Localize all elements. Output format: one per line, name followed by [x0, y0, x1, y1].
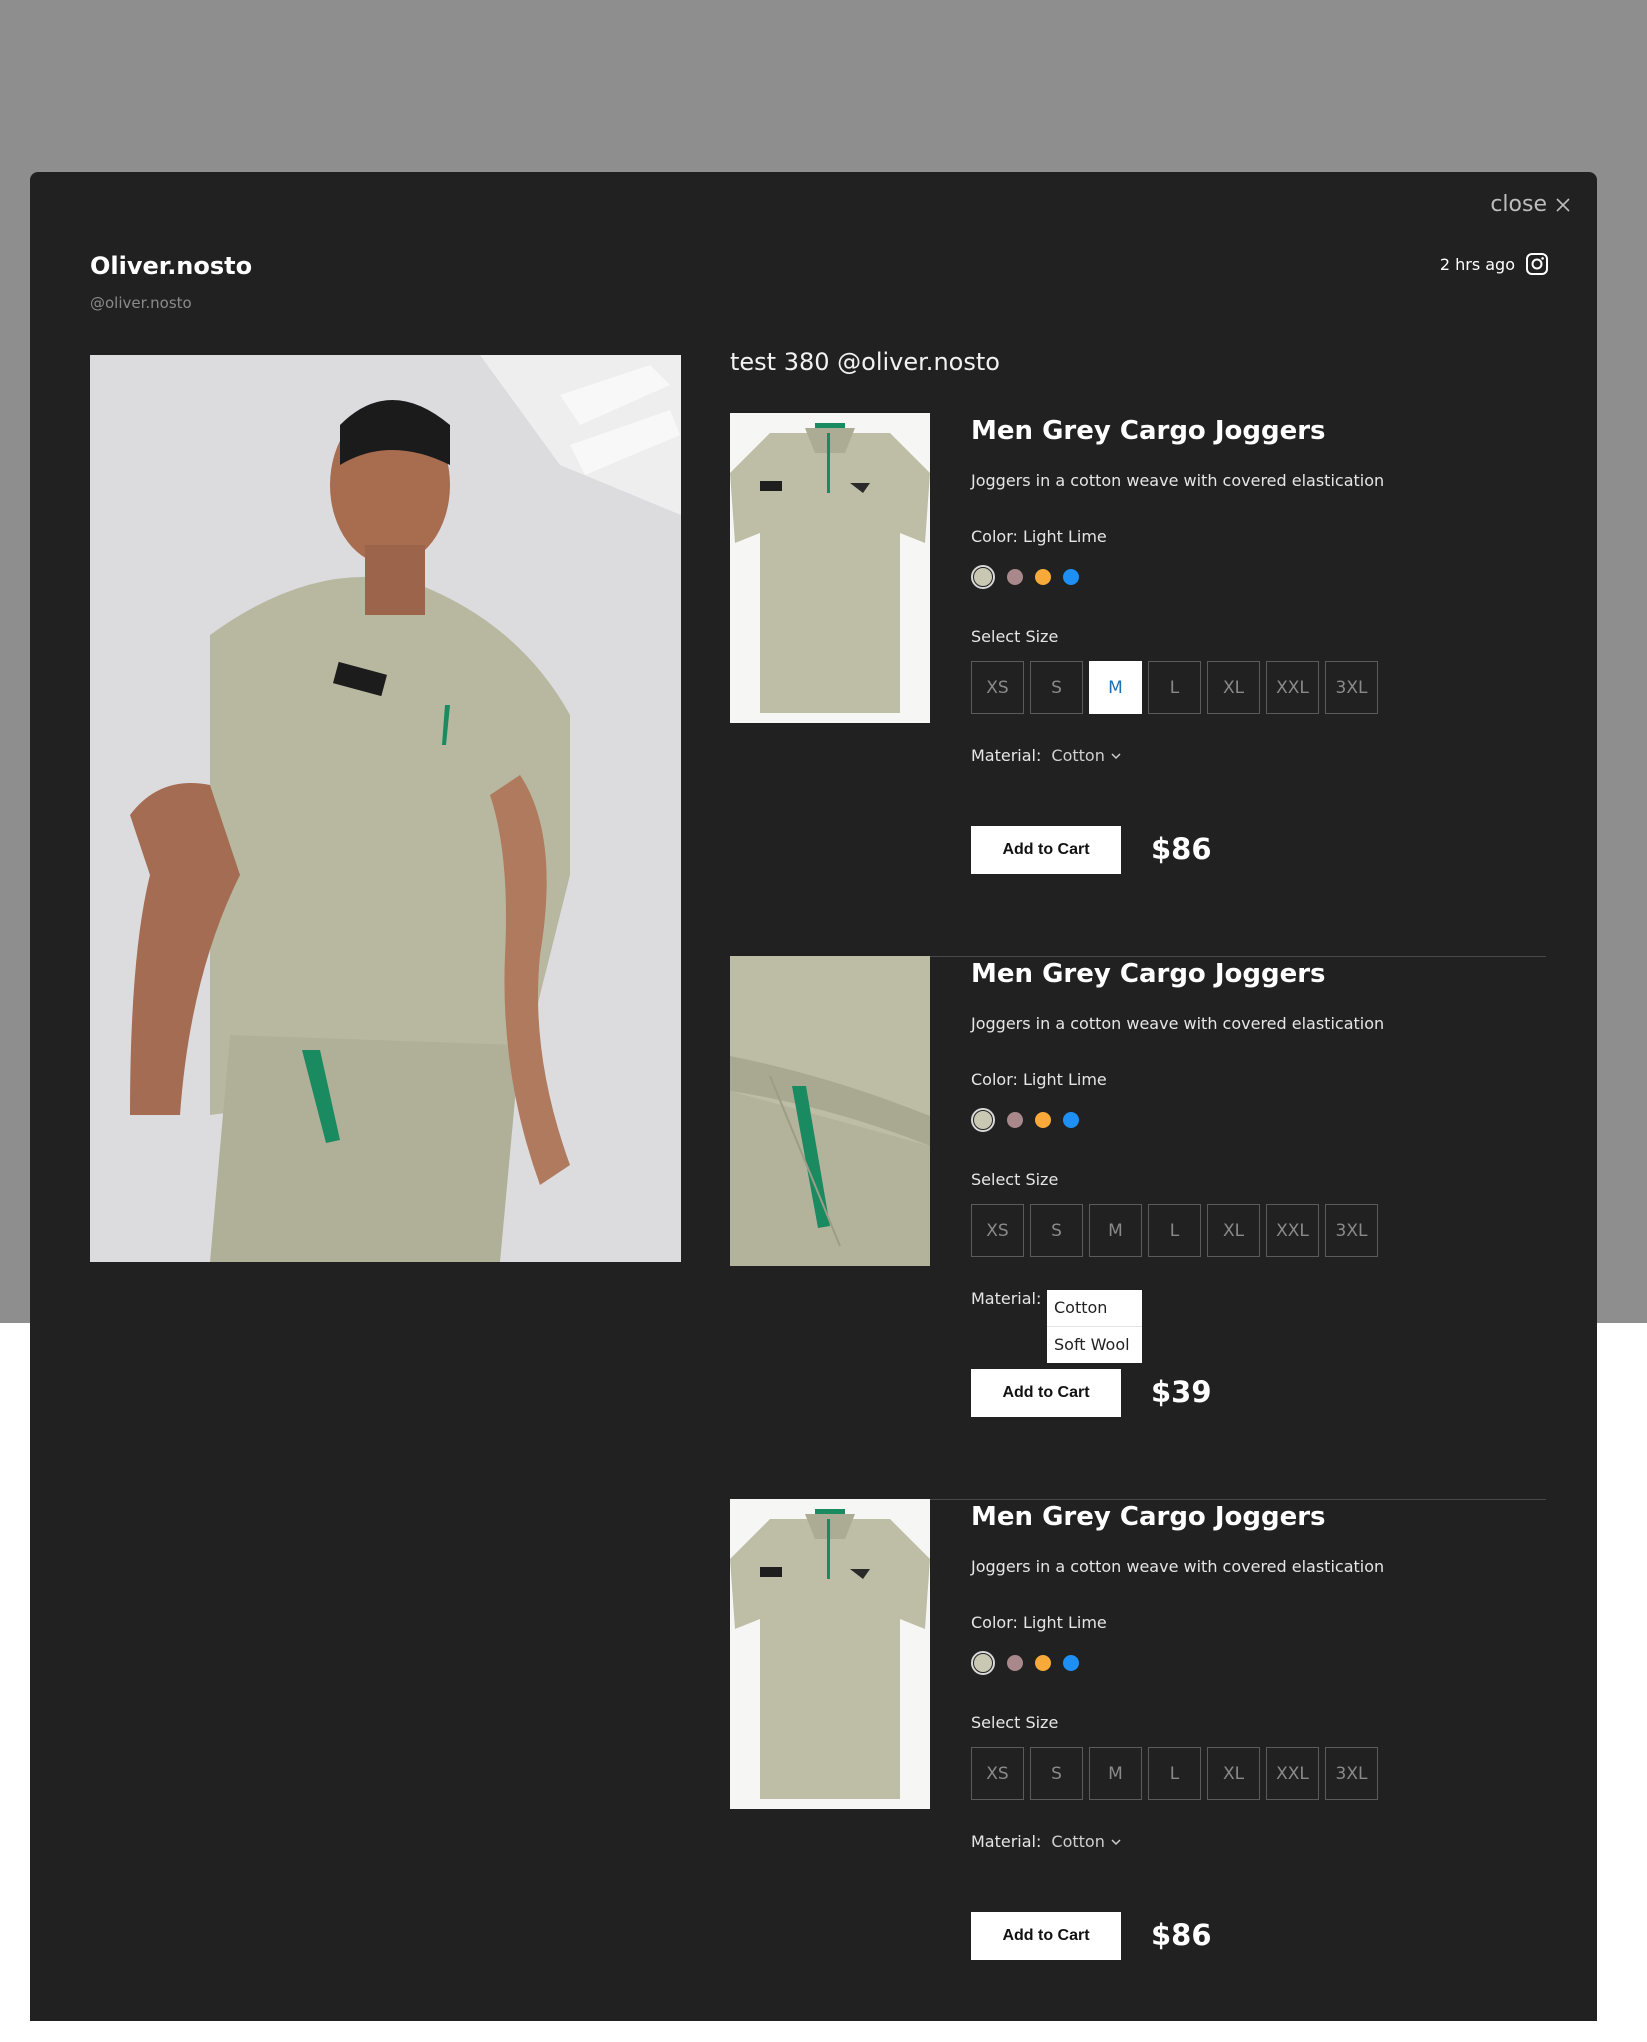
- size-option[interactable]: XL: [1207, 1747, 1260, 1800]
- post-modal: close Oliver.nosto @oliver.nosto 2 hrs a…: [30, 172, 1597, 2021]
- swatch-light-lime[interactable]: [971, 1651, 995, 1675]
- size-option[interactable]: XXL: [1266, 1204, 1319, 1257]
- size-option[interactable]: 3XL: [1325, 1204, 1378, 1257]
- post-image: [90, 355, 681, 1262]
- product-thumbnail[interactable]: [730, 956, 930, 1266]
- size-label: Select Size: [971, 627, 1059, 646]
- color-label: Color: Light Lime: [971, 527, 1107, 546]
- color-label: Color: Light Lime: [971, 1613, 1107, 1632]
- swatch-orange[interactable]: [1035, 569, 1051, 585]
- add-to-cart-button[interactable]: Add to Cart: [971, 826, 1121, 874]
- product-card: Men Grey Cargo Joggers Joggers in a cott…: [730, 413, 1546, 957]
- swatch-mauve[interactable]: [1007, 1655, 1023, 1671]
- swatch-mauve[interactable]: [1007, 569, 1023, 585]
- material-row: Material: Cotton: [971, 746, 1121, 765]
- swatch-blue[interactable]: [1063, 1112, 1079, 1128]
- size-option[interactable]: S: [1030, 1747, 1083, 1800]
- size-selector: XS S M L XL XXL 3XL: [971, 1747, 1378, 1800]
- close-label: close: [1490, 192, 1547, 217]
- product-description: Joggers in a cotton weave with covered e…: [971, 471, 1385, 490]
- size-option[interactable]: S: [1030, 661, 1083, 714]
- size-label: Select Size: [971, 1713, 1059, 1732]
- post-time: 2 hrs ago: [1439, 254, 1515, 274]
- size-selector: XS S M L XL XXL 3XL: [971, 1204, 1378, 1257]
- chevron-down-icon: [1111, 752, 1121, 759]
- material-select[interactable]: Cotton: [1051, 746, 1121, 765]
- add-to-cart-button[interactable]: Add to Cart: [971, 1369, 1121, 1417]
- swatch-light-lime[interactable]: [971, 1108, 995, 1132]
- color-swatches: [971, 1108, 1079, 1132]
- post-meta: 2 hrs ago: [1440, 252, 1549, 276]
- size-option[interactable]: XS: [971, 661, 1024, 714]
- material-value: Cotton: [1051, 746, 1105, 765]
- size-option-selected[interactable]: M: [1089, 661, 1142, 714]
- size-option[interactable]: XL: [1207, 661, 1260, 714]
- product-description: Joggers in a cotton weave with covered e…: [971, 1557, 1385, 1576]
- color-swatches: [971, 1651, 1079, 1675]
- size-option[interactable]: 3XL: [1325, 1747, 1378, 1800]
- swatch-orange[interactable]: [1035, 1655, 1051, 1671]
- size-label: Select Size: [971, 1170, 1059, 1189]
- product-thumbnail[interactable]: [730, 413, 930, 723]
- size-option[interactable]: XXL: [1266, 1747, 1319, 1800]
- size-option[interactable]: XXL: [1266, 661, 1319, 714]
- material-row: Material: Cotton Soft Wool: [971, 1289, 1142, 1363]
- product-price: $86: [1151, 1918, 1212, 1952]
- instagram-icon[interactable]: [1525, 252, 1549, 276]
- post-caption: test 380 @oliver.nosto: [730, 348, 1000, 376]
- size-option[interactable]: S: [1030, 1204, 1083, 1257]
- material-option[interactable]: Cotton: [1047, 1290, 1142, 1327]
- swatch-mauve[interactable]: [1007, 1112, 1023, 1128]
- size-option[interactable]: XS: [971, 1204, 1024, 1257]
- material-label: Material:: [971, 1289, 1042, 1308]
- product-price: $39: [1151, 1375, 1212, 1409]
- product-title[interactable]: Men Grey Cargo Joggers: [971, 1502, 1326, 1532]
- size-option[interactable]: M: [1089, 1747, 1142, 1800]
- product-card: Men Grey Cargo Joggers Joggers in a cott…: [730, 956, 1546, 1500]
- size-option[interactable]: M: [1089, 1204, 1142, 1257]
- material-label: Material:: [971, 746, 1042, 765]
- size-option[interactable]: L: [1148, 661, 1201, 714]
- material-value: Cotton: [1051, 1832, 1105, 1851]
- swatch-light-lime[interactable]: [971, 565, 995, 589]
- swatch-blue[interactable]: [1063, 569, 1079, 585]
- close-icon: [1556, 197, 1570, 212]
- chevron-down-icon: [1111, 1838, 1121, 1845]
- size-option[interactable]: XS: [971, 1747, 1024, 1800]
- product-thumbnail[interactable]: [730, 1499, 930, 1809]
- size-option[interactable]: 3XL: [1325, 661, 1378, 714]
- size-option[interactable]: L: [1148, 1204, 1201, 1257]
- size-selector: XS S M L XL XXL 3XL: [971, 661, 1378, 714]
- size-option[interactable]: L: [1148, 1747, 1201, 1800]
- product-card: Men Grey Cargo Joggers Joggers in a cott…: [730, 1499, 1546, 2042]
- product-title[interactable]: Men Grey Cargo Joggers: [971, 959, 1326, 989]
- material-select[interactable]: Cotton: [1051, 1832, 1121, 1851]
- user-name: Oliver.nosto: [90, 252, 253, 280]
- product-description: Joggers in a cotton weave with covered e…: [971, 1014, 1385, 1033]
- user-handle: @oliver.nosto: [90, 294, 192, 312]
- material-dropdown[interactable]: Cotton Soft Wool: [1047, 1290, 1142, 1363]
- color-label: Color: Light Lime: [971, 1070, 1107, 1089]
- product-price: $86: [1151, 832, 1212, 866]
- material-option[interactable]: Soft Wool: [1047, 1327, 1142, 1363]
- add-to-cart-button[interactable]: Add to Cart: [971, 1912, 1121, 1960]
- material-row: Material: Cotton: [971, 1832, 1121, 1851]
- swatch-orange[interactable]: [1035, 1112, 1051, 1128]
- material-label: Material:: [971, 1832, 1042, 1851]
- color-swatches: [971, 565, 1079, 589]
- size-option[interactable]: XL: [1207, 1204, 1260, 1257]
- product-title[interactable]: Men Grey Cargo Joggers: [971, 416, 1326, 446]
- swatch-blue[interactable]: [1063, 1655, 1079, 1671]
- close-button[interactable]: close: [1490, 192, 1571, 217]
